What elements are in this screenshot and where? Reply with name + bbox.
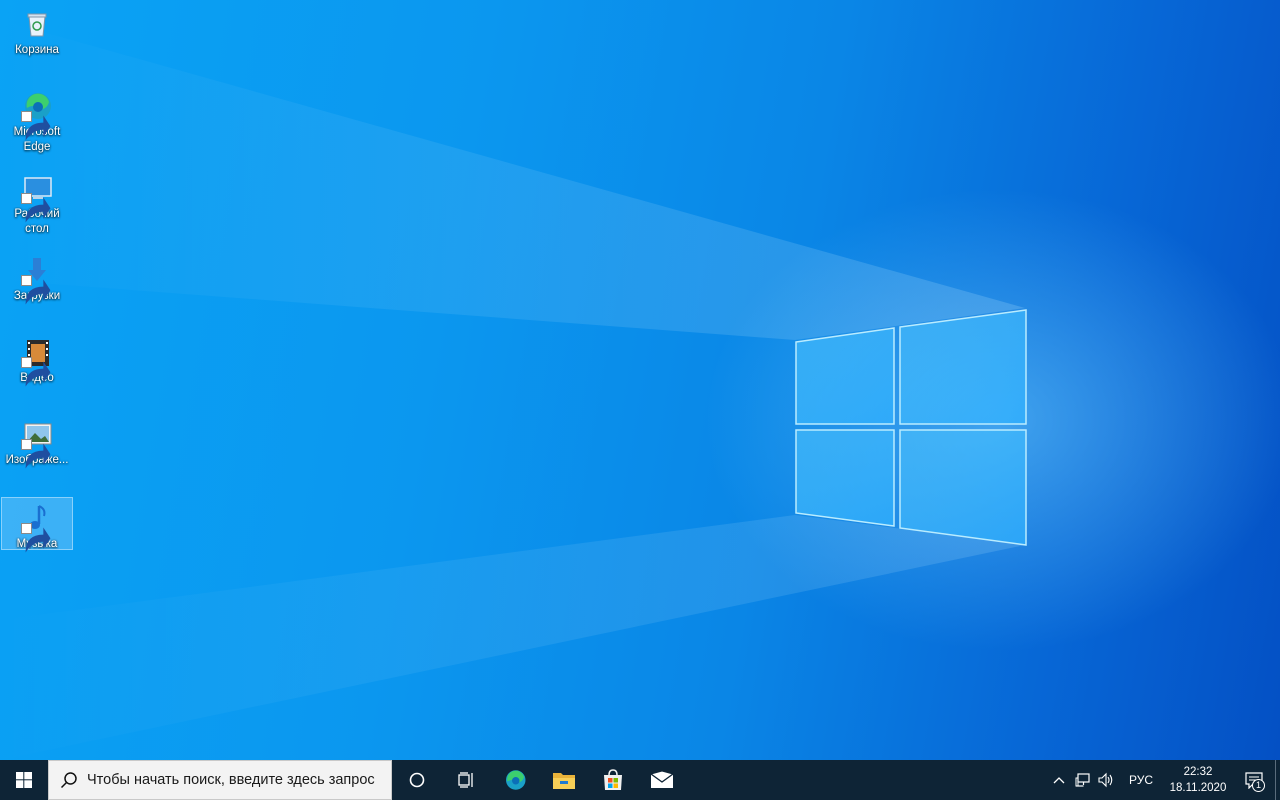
- search-icon: [60, 772, 77, 789]
- desktop-icon-microsoft-edge[interactable]: Microsoft Edge: [1, 86, 73, 155]
- network-button[interactable]: [1071, 760, 1095, 800]
- videos-icon: [21, 336, 53, 387]
- task-view-button[interactable]: [441, 760, 490, 800]
- search-input[interactable]: [87, 772, 391, 788]
- pictures-icon: [21, 418, 53, 469]
- shortcut-arrow-icon: [21, 439, 51, 469]
- windows-logo-icon: [16, 772, 32, 788]
- input-language-indicator[interactable]: РУС: [1119, 773, 1163, 787]
- cortana-icon: [409, 772, 424, 788]
- taskbar-file-explorer-button[interactable]: [539, 760, 588, 800]
- edge-icon: [505, 770, 525, 790]
- taskbar-search-box[interactable]: [48, 760, 392, 800]
- store-icon: [603, 769, 622, 790]
- system-tray: РУС 22:32 18.11.2020 1: [1047, 760, 1280, 800]
- clock-time: 22:32: [1183, 766, 1213, 778]
- taskbar-mail-button[interactable]: [637, 760, 686, 800]
- shortcut-arrow-icon: [21, 523, 51, 553]
- desktop-folder-icon: [21, 172, 53, 223]
- shortcut-arrow-icon: [21, 193, 51, 223]
- desktop-icon-music[interactable]: Музыка: [1, 497, 73, 553]
- shortcut-arrow-icon: [21, 275, 51, 305]
- chevron-up-icon: [1053, 777, 1065, 784]
- volume-button[interactable]: [1095, 760, 1119, 800]
- task-view-icon: [457, 772, 473, 788]
- desktop-icon-videos[interactable]: Видео: [1, 332, 73, 387]
- desktop-wallpaper: [0, 0, 1280, 760]
- music-icon: [21, 502, 53, 553]
- cortana-button[interactable]: [392, 760, 441, 800]
- show-desktop-button[interactable]: [1275, 760, 1280, 800]
- taskbar-store-button[interactable]: [588, 760, 637, 800]
- clock-date: 18.11.2020: [1169, 782, 1227, 794]
- desktop-icon-recycle-bin[interactable]: Корзина: [1, 4, 73, 58]
- taskbar-clock[interactable]: 22:32 18.11.2020: [1163, 764, 1233, 796]
- edge-icon: [21, 90, 53, 141]
- shortcut-arrow-icon: [21, 357, 51, 387]
- taskbar: РУС 22:32 18.11.2020 1: [0, 760, 1280, 800]
- network-icon: [1075, 773, 1090, 787]
- recycle-bin-icon: [21, 8, 53, 40]
- file-explorer-icon: [552, 773, 575, 789]
- action-center-button[interactable]: 1: [1233, 760, 1275, 800]
- shortcut-arrow-icon: [21, 111, 51, 141]
- downloads-icon: [21, 254, 53, 305]
- start-button[interactable]: [0, 760, 48, 800]
- desktop-icon-label: Корзина: [15, 44, 59, 56]
- show-hidden-icons-button[interactable]: [1047, 760, 1071, 800]
- desktop-icon-desktop-folder[interactable]: Рабочий стол: [1, 168, 73, 237]
- speaker-icon: [1098, 772, 1113, 788]
- desktop-icon-downloads[interactable]: Загрузки: [1, 250, 73, 305]
- mail-icon: [649, 771, 674, 788]
- notification-count-badge: 1: [1252, 779, 1265, 792]
- taskbar-edge-button[interactable]: [490, 760, 539, 800]
- desktop-icon-pictures[interactable]: Изображе...: [1, 414, 73, 469]
